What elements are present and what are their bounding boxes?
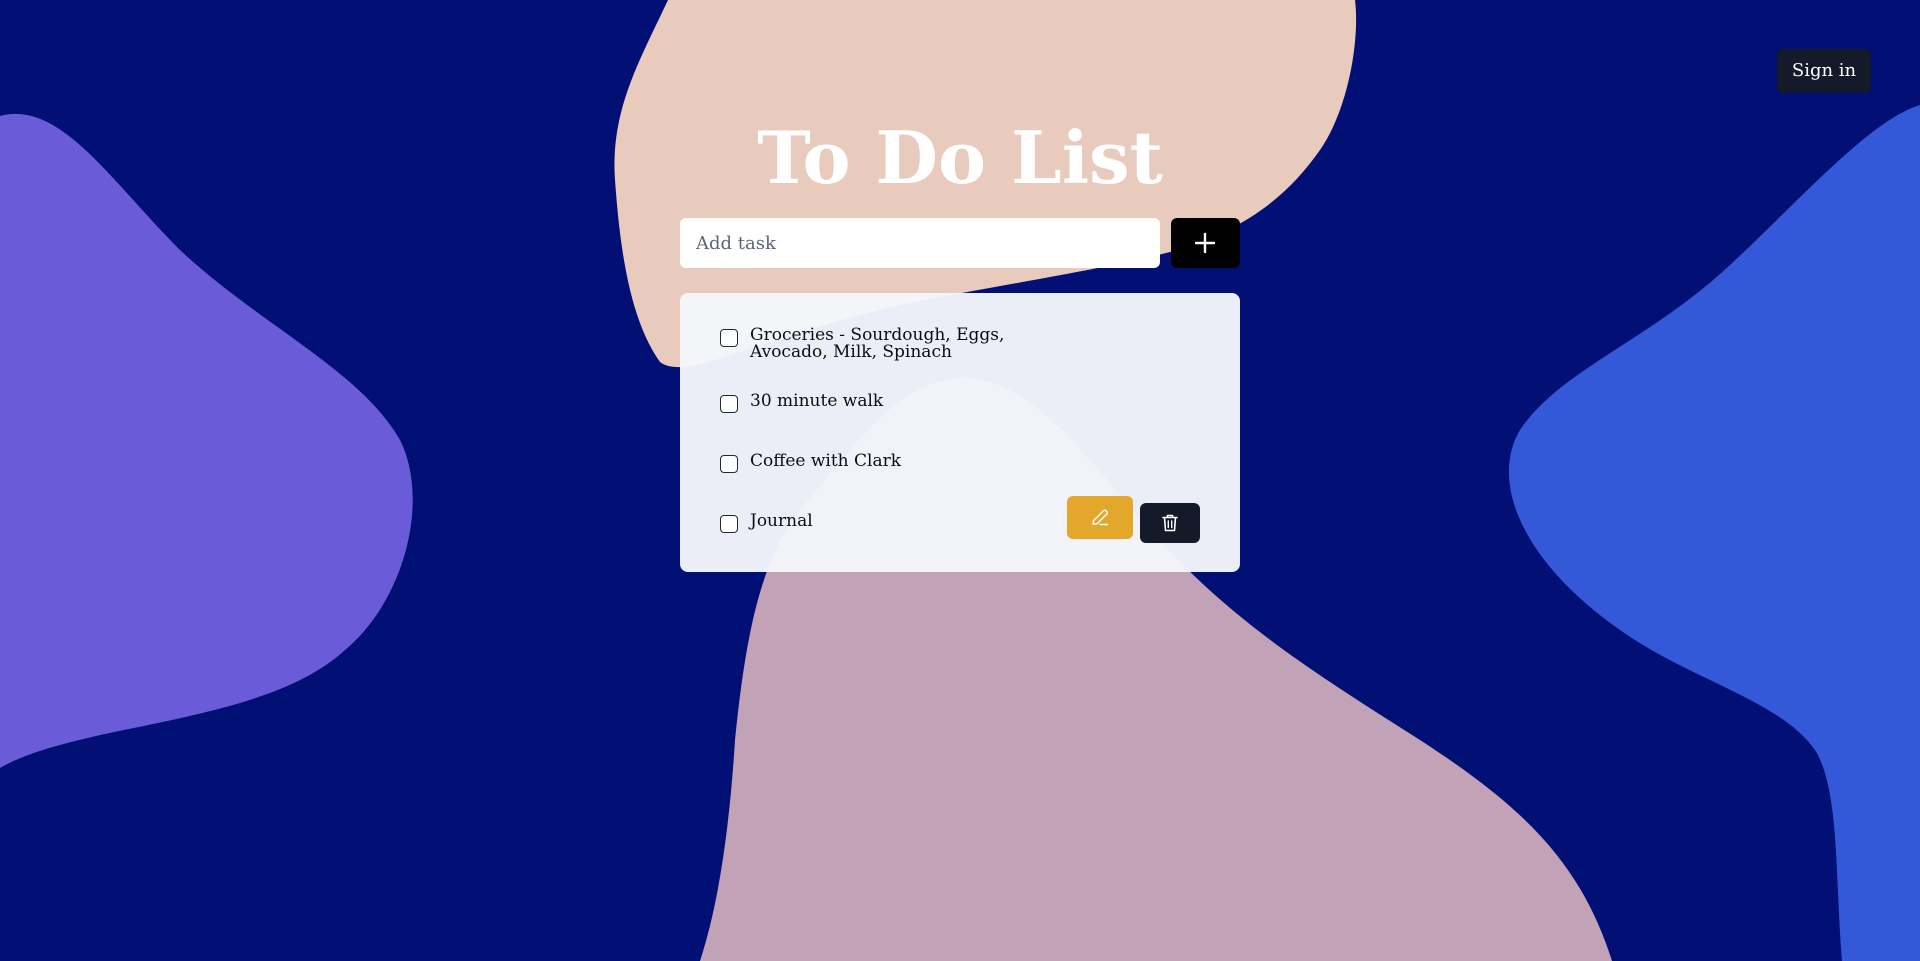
task-item: Coffee with Clark: [720, 453, 1005, 473]
trash-icon: [1162, 514, 1178, 532]
task-checkbox[interactable]: [720, 515, 738, 533]
task-label: Journal: [750, 511, 813, 531]
pencil-icon: [1092, 509, 1109, 526]
task-checkbox[interactable]: [720, 329, 738, 347]
edit-task-button[interactable]: [1067, 496, 1133, 539]
page-title: To Do List: [757, 115, 1163, 200]
task-list: Groceries - Sourdough, Eggs, Avocado, Mi…: [680, 293, 1240, 572]
task-label: Coffee with Clark: [750, 451, 902, 471]
delete-task-button[interactable]: [1140, 503, 1200, 543]
task-item: Groceries - Sourdough, Eggs, Avocado, Mi…: [720, 327, 1005, 361]
task-item: Journal: [720, 513, 1005, 533]
task-label: 30 minute walk: [750, 391, 884, 411]
task-checkbox[interactable]: [720, 395, 738, 413]
task-item: 30 minute walk: [720, 393, 1005, 413]
plus-icon: [1194, 232, 1216, 254]
sign-in-button[interactable]: Sign in: [1777, 49, 1871, 93]
blob-left: [0, 113, 413, 769]
page: Sign in To Do List Groceries - Sourdough…: [0, 0, 1920, 961]
add-task-input[interactable]: [680, 218, 1160, 268]
task-checkbox[interactable]: [720, 455, 738, 473]
blob-right: [1508, 105, 1920, 961]
add-task-button[interactable]: [1171, 218, 1240, 268]
task-label: Groceries - Sourdough, Eggs, Avocado, Mi…: [750, 325, 1005, 362]
